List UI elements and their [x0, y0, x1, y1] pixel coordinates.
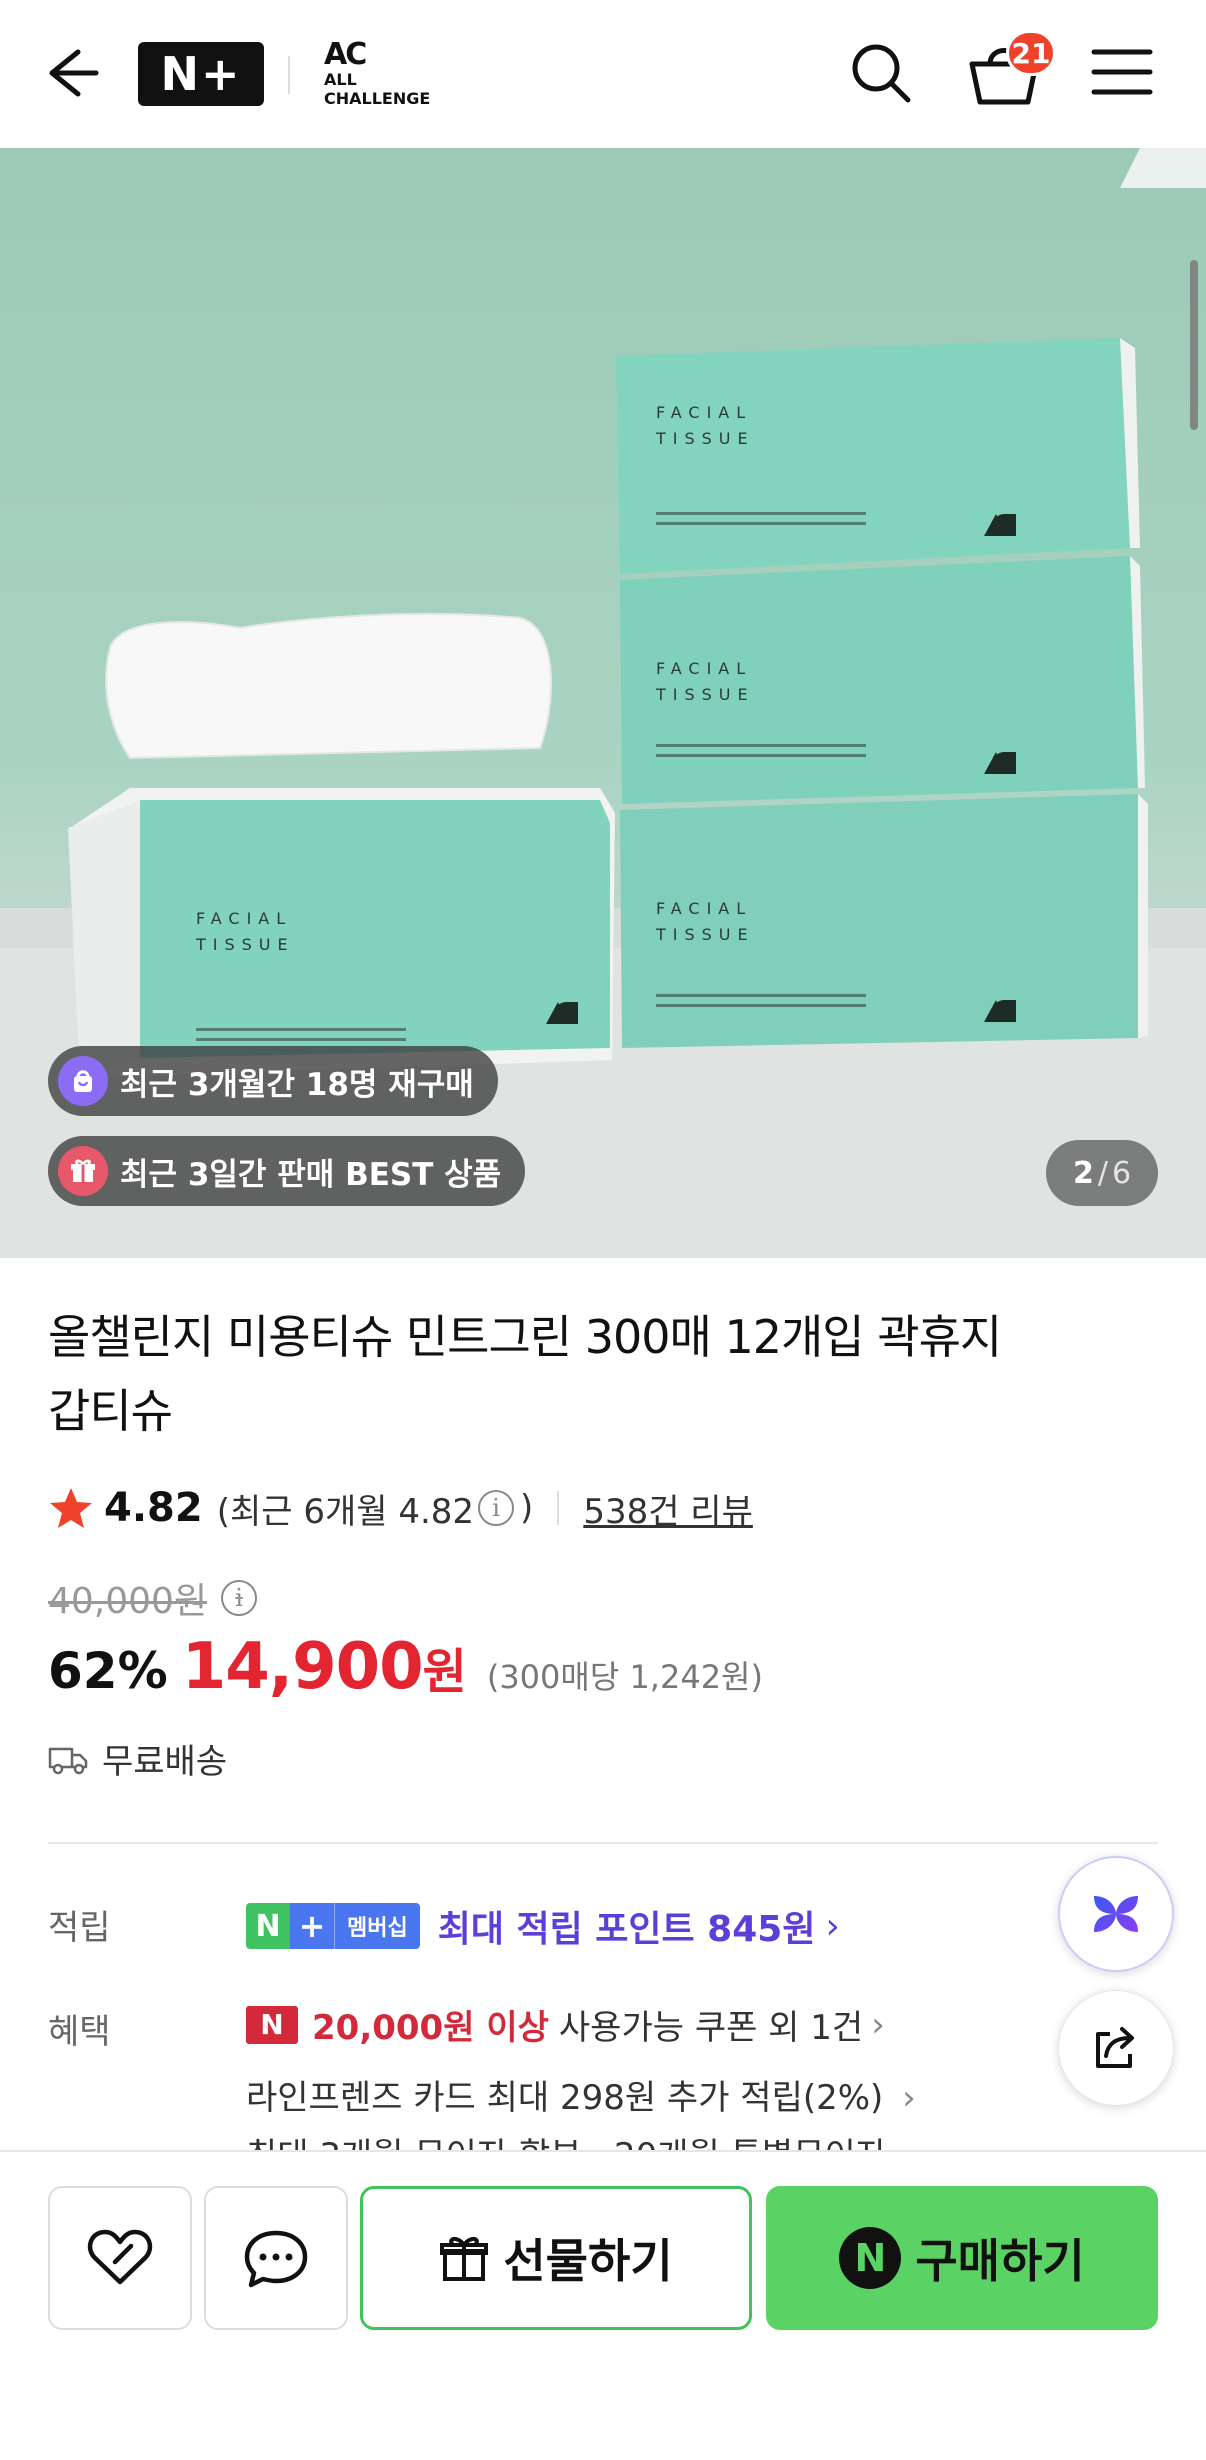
brand-name-line2: CHALLENGE — [324, 89, 431, 108]
box-label: FACIAL — [196, 909, 292, 928]
brand-logo[interactable]: AC ALL CHALLENGE — [324, 40, 464, 110]
search-icon[interactable] — [846, 38, 916, 108]
points-label: 적립 — [48, 1908, 111, 1948]
page-current: 2 — [1072, 1155, 1094, 1191]
page-total: 6 — [1111, 1155, 1132, 1191]
image-page-indicator: 2 / 6 — [1046, 1140, 1158, 1206]
badge-n: N — [246, 1903, 290, 1949]
gift-button-label: 선물하기 — [503, 2234, 673, 2288]
gift-button[interactable]: 선물하기 — [360, 2186, 752, 2330]
naver-n-badge: N — [246, 2005, 298, 2044]
hamburger-menu-icon[interactable] — [1090, 44, 1154, 100]
shipping-info: 무료배송 — [48, 1734, 227, 1783]
sale-price: 14,900 — [181, 1630, 424, 1704]
rating-divider — [557, 1491, 560, 1525]
back-arrow-icon[interactable] — [40, 40, 106, 106]
top-header: N+ AC ALL CHALLENGE 21 — [0, 0, 1206, 148]
box-label: FACIAL — [656, 659, 752, 678]
rating-row: 4.82 (최근 6개월 4.82 i ) 538건 리뷰 — [48, 1478, 753, 1538]
box-label: TISSUE — [655, 429, 755, 448]
rating-score: 4.82 — [104, 1485, 203, 1531]
talk-talk-button[interactable] — [204, 2186, 348, 2330]
page-separator: / — [1097, 1155, 1108, 1191]
info-icon[interactable]: i — [221, 1580, 258, 1616]
share-button[interactable] — [1058, 1990, 1174, 2106]
buy-button[interactable]: N 구매하기 — [766, 2186, 1158, 2330]
nplus-membership-badge: N + 멤버십 — [246, 1903, 420, 1949]
repurchase-badge-label: 최근 3개월간 18명 재구매 — [120, 1066, 474, 1103]
ai-sparkle-icon — [1094, 1896, 1138, 1932]
box-label: FACIAL — [656, 403, 752, 422]
original-price-value: 40,000원 — [48, 1581, 208, 1622]
chevron-right-icon: › — [825, 1905, 840, 1947]
installment-text: 최대 3개월 무이자 할부 · 20개월 특별무이자 — [246, 2136, 887, 2150]
star-icon — [50, 1488, 92, 1528]
page-scrollbar[interactable] — [1190, 260, 1198, 430]
cart-count-badge: 21 — [1006, 30, 1056, 76]
delivery-truck-icon — [48, 1747, 88, 1774]
section-divider — [48, 1842, 1158, 1844]
product-title-line1: 올챌린지 미용티슈 민트그린 300매 12개입 곽휴지 — [48, 1310, 1002, 1364]
rating-recent: (최근 6개월 4.82 — [216, 1491, 475, 1532]
shopping-bag-icon — [58, 1056, 108, 1106]
rating-recent-close: ) — [520, 1488, 534, 1528]
gift-box-icon — [58, 1146, 108, 1196]
card-benefit-link[interactable]: 라인프렌즈 카드 최대 298원 추가 적립(2%) › — [246, 2070, 916, 2119]
price-row: 62% 14,900 원 (300매당 1,242원) — [48, 1630, 763, 1704]
coupon-text: 사용가능 쿠폰 외 1건 — [558, 2008, 864, 2048]
shipping-label: 무료배송 — [102, 1742, 228, 1782]
heart-icon — [87, 2229, 153, 2285]
chevron-right-icon: › — [871, 2004, 885, 2045]
max-points-text: 최대 적립 포인트 845원 — [437, 1909, 816, 1950]
coupon-benefit-link[interactable]: N 20,000원 이상 사용가능 쿠폰 외 1건 › — [246, 2000, 885, 2049]
bottom-action-bar: 선물하기 N 구매하기 — [0, 2150, 1206, 2460]
product-title: 올챌린지 미용티슈 민트그린 300매 12개입 곽휴지 갑티슈 — [48, 1300, 1048, 1448]
membership-points-link[interactable]: N + 멤버십 최대 적립 포인트 845원 › — [246, 1900, 840, 1952]
chevron-right-icon: › — [902, 2078, 916, 2118]
installment-benefit-link[interactable]: 최대 3개월 무이자 할부 · 20개월 특별무이자 — [246, 2136, 887, 2150]
chat-bubble-icon — [244, 2230, 308, 2288]
box-label: TISSUE — [195, 935, 295, 954]
unit-price: (300매당 1,242원) — [486, 1658, 763, 1696]
badge-text: 멤버십 — [334, 1903, 420, 1949]
badge-plus: + — [290, 1903, 334, 1949]
best-seller-badge: 최근 3일간 판매 BEST 상품 — [48, 1136, 526, 1206]
box-label: TISSUE — [655, 925, 755, 944]
wishlist-button[interactable] — [48, 2186, 192, 2330]
card-benefit-text: 라인프렌즈 카드 최대 298원 추가 적립(2%) — [246, 2078, 884, 2118]
nplus-logo[interactable]: N+ — [138, 42, 264, 106]
price-currency: 원 — [422, 1644, 467, 1700]
benefits-label: 혜택 — [48, 2012, 111, 2052]
box-label: FACIAL — [656, 899, 752, 918]
reviews-link[interactable]: 538건 리뷰 — [583, 1484, 753, 1533]
original-price: 40,000원 i — [48, 1572, 258, 1624]
naver-pay-n-icon: N — [839, 2227, 902, 2289]
box-label: TISSUE — [655, 685, 755, 704]
discount-rate: 62% — [48, 1642, 168, 1700]
ai-assistant-button[interactable] — [1058, 1856, 1174, 1972]
gift-icon — [440, 2237, 489, 2281]
best-seller-badge-label: 최근 3일간 판매 BEST 상품 — [120, 1156, 502, 1193]
info-icon[interactable]: i — [478, 1490, 515, 1526]
brand-mark: AC — [324, 37, 367, 72]
coupon-highlight: 20,000원 이상 — [312, 2008, 549, 2048]
brand-name-line1: ALL — [324, 70, 357, 89]
share-icon — [1096, 2027, 1134, 2068]
repurchase-badge: 최근 3개월간 18명 재구매 — [48, 1046, 498, 1116]
header-divider — [288, 56, 290, 94]
product-title-line2: 갑티슈 — [48, 1384, 173, 1438]
buy-button-label: 구매하기 — [915, 2234, 1085, 2288]
